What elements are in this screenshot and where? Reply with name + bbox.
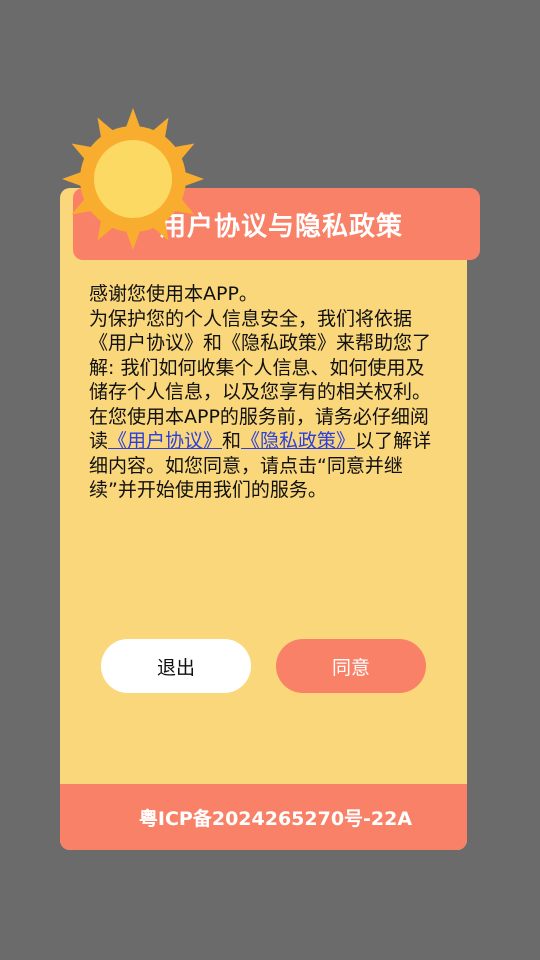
sun-icon bbox=[62, 108, 204, 250]
screen-backdrop: 粤ICP备2024265270号-22A 用户协议与隐私政策 感谢您使用本APP… bbox=[0, 0, 540, 960]
icp-footer: 粤ICP备2024265270号-22A bbox=[60, 784, 467, 850]
agreement-text: 感谢您使用本APP。 为保护您的个人信息安全，我们将依据《用户协议》和《隐私政策… bbox=[89, 282, 439, 503]
read-notice-text: 在您使用本APP的服务前，请务必仔细阅读《用户协议》和《隐私政策》以了解详细内容… bbox=[89, 405, 439, 503]
privacy-intro-text: 为保护您的个人信息安全，我们将依据《用户协议》和《隐私政策》来帮助您了解: 我们… bbox=[89, 307, 432, 404]
privacy-policy-link[interactable]: 《隐私政策》 bbox=[241, 430, 355, 452]
and-text: 和 bbox=[222, 430, 242, 452]
agree-button[interactable]: 同意 bbox=[276, 639, 426, 693]
greeting-text: 感谢您使用本APP。 bbox=[89, 283, 258, 305]
icp-number: 粤ICP备2024265270号-22A bbox=[138, 807, 413, 830]
user-agreement-link[interactable]: 《用户协议》 bbox=[108, 430, 222, 452]
exit-button[interactable]: 退出 bbox=[101, 639, 251, 693]
